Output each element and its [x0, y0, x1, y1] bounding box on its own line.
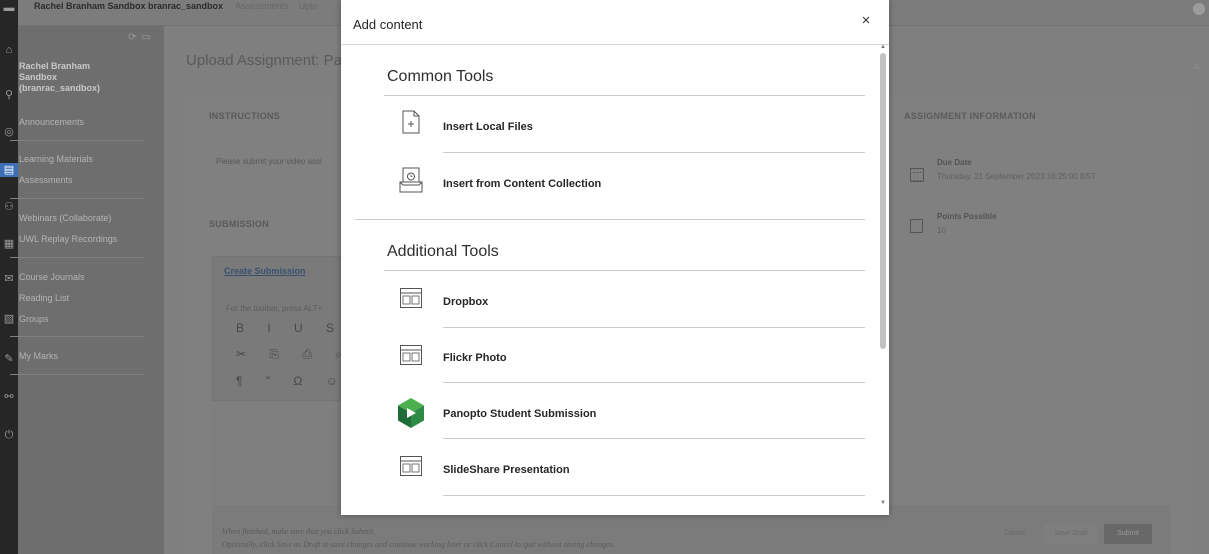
sidebar-item-replay[interactable]: UWL Replay Recordings	[19, 234, 117, 244]
instructions-heading: INSTRUCTIONS	[209, 111, 281, 121]
calendar-icon	[910, 168, 924, 182]
common-tools-heading: Common Tools	[387, 68, 494, 85]
messages-icon[interactable]: ✉	[0, 272, 18, 286]
menu-divider	[10, 257, 144, 258]
content-collection-icon	[399, 167, 423, 193]
breadcrumb-section[interactable]: Assessments	[235, 1, 289, 11]
divider	[384, 95, 865, 96]
toolbar-hint: For the toolbar, press ALT+	[226, 304, 323, 313]
file-icon	[402, 110, 420, 134]
due-date-value: Thursday, 21 September 2023 16:25:00 BST	[937, 172, 1096, 181]
panopto-icon	[398, 398, 424, 428]
course-title[interactable]: Rachel Branham Sandbox (branrac_sandbox)	[19, 61, 119, 94]
divider	[443, 382, 865, 383]
menu-divider	[10, 140, 144, 141]
browser-window-icon	[400, 456, 422, 476]
sidebar-item-announcements[interactable]: Announcements	[19, 117, 84, 127]
instructions-text: Please submit your video assi	[216, 157, 322, 166]
tool-insert-content-collection[interactable]: Insert from Content Collection	[384, 155, 865, 211]
tool-label: Insert Local Files	[443, 121, 533, 133]
points-icon	[910, 219, 923, 233]
help-icon[interactable]	[1193, 3, 1205, 15]
browser-window-icon	[400, 345, 422, 365]
divider	[443, 327, 865, 328]
divider	[443, 152, 865, 153]
tool-label: Flickr Photo	[443, 352, 507, 364]
dialog-scrollbar[interactable]: ▲ ▼	[876, 44, 889, 515]
tool-panopto-submission[interactable]: Panopto Student Submission	[384, 385, 865, 441]
sidebar-item-my-marks[interactable]: My Marks	[19, 351, 58, 361]
institution-icon[interactable]: ⌂	[0, 43, 18, 57]
signout-icon[interactable]: ⏻	[0, 428, 18, 442]
sidebar-item-assessments[interactable]: Assessments	[19, 175, 73, 185]
sidebar-item-journals[interactable]: Course Journals	[19, 272, 85, 282]
browser-window-icon	[400, 288, 422, 308]
people-icon[interactable]: ⚯	[0, 390, 18, 404]
tool-label: Dropbox	[443, 296, 489, 308]
add-content-dialog: Add content × Common Tools Insert Local …	[341, 0, 889, 515]
breadcrumb-page: Uplo	[298, 1, 318, 11]
page-title: Upload Assignment: Panc	[186, 52, 358, 69]
additional-tools-heading: Additional Tools	[387, 243, 499, 260]
submit-button[interactable]: Submit	[1104, 524, 1152, 544]
nav-icon-0[interactable]: ▬	[0, 1, 18, 15]
tool-label: Panopto Student Submission	[443, 408, 597, 420]
menu-controls[interactable]: ⟳▭	[128, 32, 156, 43]
search-icon[interactable]: ⚲	[0, 88, 18, 102]
divider	[384, 270, 865, 271]
global-nav-rail: ▬ ⌂ ⚲ ◎ ▤ ⚇ ▦ ✉ ▧ ✎ ⚯ ⏻	[0, 0, 18, 554]
points-label: Points Possible	[937, 212, 997, 221]
divider	[355, 219, 865, 220]
tool-label: Insert from Content Collection	[443, 178, 602, 190]
globe-icon[interactable]: ◎	[0, 125, 18, 139]
tool-insert-local-files[interactable]: Insert Local Files	[384, 98, 865, 154]
sidebar-item-groups[interactable]: Groups	[19, 314, 49, 324]
tool-dropbox[interactable]: Dropbox	[384, 273, 865, 329]
divider	[443, 438, 865, 439]
assignment-info-heading: ASSIGNMENT INFORMATION	[904, 111, 1036, 121]
menu-divider	[10, 374, 144, 375]
scroll-up-arrow-icon[interactable]: ▲	[880, 44, 886, 50]
calendar-icon[interactable]: ▦	[0, 237, 18, 251]
sidebar-item-learning-materials[interactable]: Learning Materials	[19, 154, 93, 164]
close-icon[interactable]: ×	[858, 13, 874, 29]
footer-note-draft: Optionally, click Save as Draft to save …	[222, 540, 615, 549]
tool-flickr-photo[interactable]: Flickr Photo	[384, 330, 865, 386]
sidebar-item-reading-list[interactable]: Reading List	[19, 293, 69, 303]
cancel-button[interactable]: Cancel	[994, 524, 1036, 544]
create-submission-link[interactable]: Create Submission	[224, 266, 306, 276]
scroll-down-arrow-icon[interactable]: ▼	[880, 500, 886, 506]
organisations-icon[interactable]: ⚇	[0, 200, 18, 214]
grades-icon[interactable]: ▧	[0, 312, 18, 326]
tool-slideshare[interactable]: SlideShare Presentation	[384, 441, 865, 497]
submission-heading: SUBMISSION	[209, 219, 270, 229]
sidebar-item-webinars[interactable]: Webinars (Collaborate)	[19, 213, 111, 223]
breadcrumb-separator	[226, 1, 234, 11]
home-icon[interactable]: ⌂	[1194, 61, 1200, 72]
dialog-title: Add content	[353, 17, 423, 32]
due-date-label: Due Date	[937, 158, 972, 167]
dialog-header: Add content ×	[341, 0, 889, 45]
editor-textarea[interactable]	[212, 400, 352, 504]
tool-label: SlideShare Presentation	[443, 464, 570, 476]
points-value: 10	[937, 226, 946, 235]
footer-note-submit: When finished, make sure that you click …	[222, 527, 376, 536]
divider	[443, 495, 865, 496]
courses-icon[interactable]: ▤	[0, 163, 18, 177]
breadcrumb-course[interactable]: Rachel Branham Sandbox branrac_sandbox	[34, 1, 223, 11]
scroll-thumb[interactable]	[880, 53, 886, 349]
tools-icon[interactable]: ✎	[0, 352, 18, 366]
save-draft-button[interactable]: Save Draft	[1044, 524, 1098, 544]
menu-divider	[10, 198, 144, 199]
breadcrumb: Rachel Branham Sandbox branrac_sandbox A…	[34, 1, 317, 11]
menu-divider	[10, 336, 144, 337]
breadcrumb-separator	[291, 1, 296, 11]
